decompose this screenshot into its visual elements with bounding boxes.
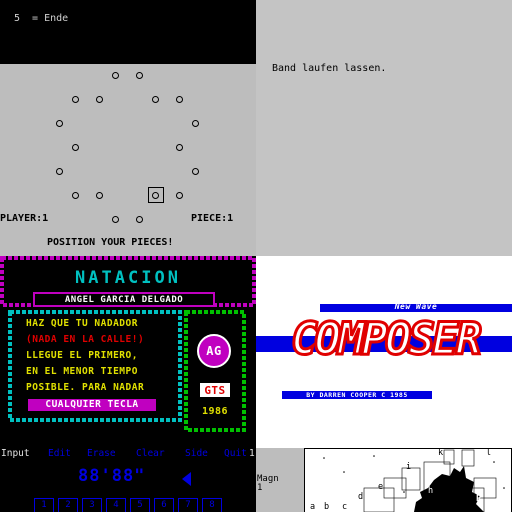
slot-row: 1 2 3 4 5 6 7 8 bbox=[34, 498, 224, 512]
peg[interactable] bbox=[56, 120, 63, 127]
region-letter: a bbox=[310, 502, 316, 512]
slot-button[interactable]: 6 bbox=[154, 498, 174, 512]
time-display: 88'88" bbox=[78, 466, 146, 486]
description-lines: HAZ QUE TU NADADOR (NADA EN LA CALLE!) L… bbox=[26, 318, 182, 398]
peg-game-screen: 5 = Ende PLAYER:1 PIECE:1 POSITION YOUR … bbox=[0, 0, 256, 256]
peg[interactable] bbox=[96, 96, 103, 103]
menu-clear[interactable]: Clear bbox=[136, 448, 165, 459]
game-board[interactable]: PLAYER:1 PIECE:1 POSITION YOUR PIECES! bbox=[0, 64, 256, 256]
peg[interactable] bbox=[72, 192, 79, 199]
peg[interactable] bbox=[152, 96, 159, 103]
slot-button[interactable]: 5 bbox=[130, 498, 150, 512]
slot-button[interactable]: 8 bbox=[202, 498, 222, 512]
region-letter: P bbox=[476, 494, 482, 504]
natacion-title-screen: NATACION ANGEL GARCIA DELGADO HAZ QUE TU… bbox=[0, 256, 256, 448]
menu-bar: Input Edit Erase Clear Side Quit 1 bbox=[0, 448, 256, 462]
region-letter: k bbox=[438, 448, 444, 458]
slot-button[interactable]: 2 bbox=[58, 498, 78, 512]
composer-credit: BY DARREN COOPER C 1985 bbox=[306, 391, 408, 399]
game-title: NATACION bbox=[75, 268, 181, 288]
peg[interactable] bbox=[96, 192, 103, 199]
release-year: 1986 bbox=[201, 406, 229, 417]
region-letter: b bbox=[324, 502, 330, 512]
description-line: (NADA EN LA CALLE!) bbox=[26, 334, 145, 345]
region-letter: l bbox=[486, 448, 492, 458]
tape-message: Band laufen lassen. bbox=[272, 63, 387, 74]
description-line: EN EL MENOR TIEMPO bbox=[26, 366, 138, 377]
peg[interactable] bbox=[176, 144, 183, 151]
piece-label: PIECE:1 bbox=[191, 213, 234, 224]
peg[interactable] bbox=[176, 96, 183, 103]
menu-panel: 5 = Ende bbox=[0, 0, 256, 64]
peg[interactable] bbox=[136, 72, 143, 79]
region-letter: i bbox=[406, 462, 412, 472]
editor-screen: Input Edit Erase Clear Side Quit 1 88'88… bbox=[0, 448, 256, 512]
instruction-text: POSITION YOUR PIECES! bbox=[47, 237, 174, 248]
composer-title-screen: New Wave COMPOSER BY DARREN COOPER C 198… bbox=[256, 256, 512, 448]
peg[interactable] bbox=[136, 216, 143, 223]
slot-button[interactable]: 7 bbox=[178, 498, 198, 512]
edge-digit: 1 bbox=[249, 448, 255, 459]
play-arrow-icon[interactable] bbox=[182, 472, 191, 486]
peg[interactable] bbox=[192, 120, 199, 127]
region-letter: d bbox=[358, 492, 364, 502]
peg[interactable] bbox=[152, 192, 159, 199]
description-line: POSIBLE. PARA NADAR bbox=[26, 382, 145, 393]
region-letter: h bbox=[428, 486, 434, 496]
press-any-key-prompt[interactable]: CUALQUIER TECLA bbox=[28, 399, 156, 411]
menu-quit[interactable]: Quit bbox=[224, 448, 247, 459]
peg[interactable] bbox=[72, 144, 79, 151]
menu-side[interactable]: Side bbox=[185, 448, 208, 459]
composer-logo: COMPOSER bbox=[290, 313, 484, 367]
peg[interactable] bbox=[112, 72, 119, 79]
peg[interactable] bbox=[56, 168, 63, 175]
region-letter: c bbox=[342, 502, 348, 512]
region-letter: e bbox=[378, 482, 384, 492]
logo-brand: GTS bbox=[204, 384, 226, 397]
author-name: ANGEL GARCIA DELGADO bbox=[64, 295, 184, 305]
menu-input[interactable]: Input bbox=[1, 448, 30, 459]
peg[interactable] bbox=[176, 192, 183, 199]
peg[interactable] bbox=[72, 96, 79, 103]
slot-button[interactable]: 1 bbox=[34, 498, 54, 512]
description-line: LLEGUE EL PRIMERO, bbox=[26, 350, 138, 361]
menu-edit[interactable]: Edit bbox=[48, 448, 71, 459]
fractal-letters: a b c d e h i k l P bbox=[304, 448, 512, 512]
tape-loading-screen: Band laufen lassen. bbox=[256, 0, 512, 256]
slot-button[interactable]: 3 bbox=[82, 498, 102, 512]
peg[interactable] bbox=[192, 168, 199, 175]
slot-button[interactable]: 4 bbox=[106, 498, 126, 512]
peg[interactable] bbox=[112, 216, 119, 223]
magnification-value: 1 bbox=[257, 483, 263, 493]
fractal-explorer-screen: Magn 1 a b c d e h i k l P bbox=[256, 448, 512, 512]
logo-initials: AG bbox=[206, 344, 222, 358]
menu-erase[interactable]: Erase bbox=[87, 448, 116, 459]
menu-text: 5 = Ende bbox=[14, 13, 69, 24]
player-label: PLAYER:1 bbox=[0, 213, 49, 224]
description-line: HAZ QUE TU NADADOR bbox=[26, 318, 138, 329]
